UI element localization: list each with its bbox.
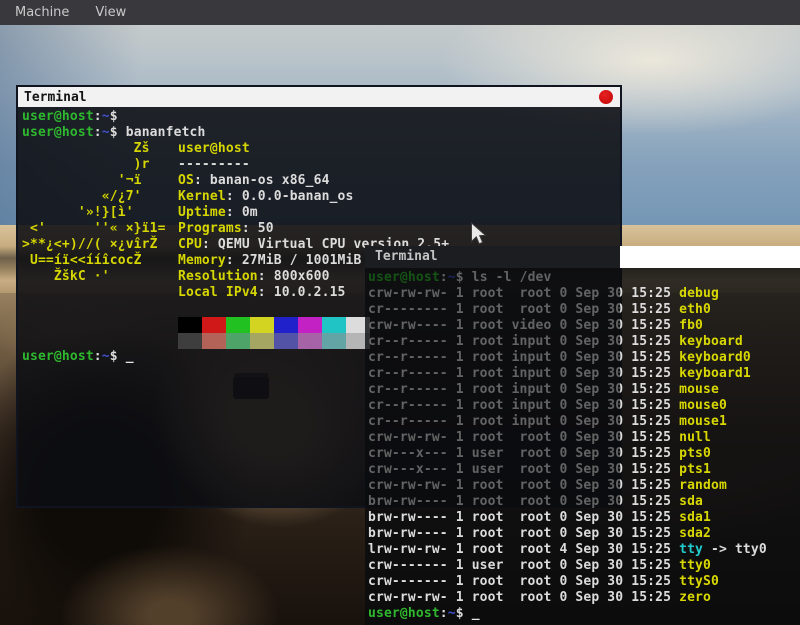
terminal-prompt-line: user@host:~$ [22,109,620,125]
terminal-command-line: user@host:~$ bananfetch [22,125,620,141]
menu-item-machine[interactable]: Machine [15,5,69,20]
device-name: sda1 [679,510,711,525]
device-name: sda [679,494,703,509]
device-name: random [679,478,727,493]
device-name: tty0 [679,558,711,573]
palette-swatch [298,317,322,333]
fetch-ascii-art: «/¿7' [22,189,178,205]
device-name: mouse [679,382,719,397]
terminal-prompt-line: user@host:~$ _ [368,606,800,622]
palette-swatch [274,317,298,333]
palette-swatch [250,333,274,349]
fetch-label: Kernel [178,189,226,204]
ls-meta: brw-rw---- 1 root root 0 Sep 30 15:25 [368,526,679,541]
terminal2-window[interactable]: Terminal user@host:~$ ls -l /dev crw-rw-… [365,246,800,625]
fetch-ascii-art: )r [22,157,178,173]
fetch-label: Resolution [178,269,258,284]
device-name: eth0 [679,302,711,317]
fetch-value: : 0.0.0-banan_os [226,189,354,204]
palette-swatch [202,317,226,333]
device-name: keyboard0 [679,350,751,365]
terminal2-content[interactable]: user@host:~$ ls -l /dev crw-rw-rw- 1 roo… [365,268,800,625]
close-button[interactable] [599,90,613,104]
ls-meta: brw-rw---- 1 root root 0 Sep 30 15:25 [368,510,679,525]
fetch-line: <' ''« ×}ï1=Programs: 50 [22,221,620,237]
device-name: mouse0 [679,398,727,413]
device-name: ttyS0 [679,574,719,589]
device-name: fb0 [679,318,703,333]
ls-row: crw------- 1 root root 0 Sep 30 15:25 tt… [368,574,800,590]
command-text: bananfetch [126,125,206,140]
fetch-value: : banan-os x86_64 [194,173,330,188]
device-name: debug [679,286,719,301]
palette-swatch [322,317,346,333]
palette-swatch [226,317,250,333]
fetch-ascii-art: ŽškC ·' [22,269,178,285]
fetch-line: Zšuser@host [22,141,620,157]
ls-row: brw-rw---- 1 root root 0 Sep 30 15:25 sd… [368,526,800,542]
fetch-ascii-art: '»!}[ì' [22,205,178,221]
ls-meta: crw-rw-rw- 1 root root 0 Sep 30 15:25 [368,590,679,605]
palette-swatch [250,317,274,333]
terminal1-titlebar[interactable]: Terminal [18,87,620,107]
device-name: keyboard1 [679,366,751,381]
fetch-value: : 50 [242,221,274,236]
fetch-ascii-art: U==íï<<ííîcocŽ [22,253,178,269]
device-name: tty [679,542,703,557]
device-name: sda2 [679,526,711,541]
mouse-cursor-icon [470,222,487,247]
fetch-value: : 800x600 [258,269,330,284]
fetch-value: : 0m [226,205,258,220]
terminal2-titlebar[interactable]: Terminal [365,246,800,268]
menu-item-view[interactable]: View [95,5,126,20]
fetch-value: : 27MiB / 1001MiB [226,253,362,268]
ls-row: crw------- 1 user root 0 Sep 30 15:25 tt… [368,558,800,574]
fetch-label: OS [178,173,194,188]
terminal2-title: Terminal [375,246,438,268]
text-cursor: _ [126,349,134,364]
wallpaper-rocks-corner [60,545,280,625]
text-cursor: _ [472,606,480,621]
terminal1-title: Terminal [18,90,87,105]
fetch-label: Programs [178,221,242,236]
palette-swatch [178,317,202,333]
fetch-ascii-art: Zš [22,141,178,157]
ls-row: lrw-rw-rw- 1 root root 4 Sep 30 15:25 tt… [368,542,800,558]
fetch-label: Uptime [178,205,226,220]
ls-meta: crw------- 1 root root 0 Sep 30 15:25 [368,574,679,589]
fetch-line: '¬ïOS: banan-os x86_64 [22,173,620,189]
palette-swatch [226,333,250,349]
fetch-line: '»!}[ì'Uptime: 0m [22,205,620,221]
device-name: pts0 [679,446,711,461]
device-name: mouse1 [679,414,727,429]
device-name: null [679,430,711,445]
link-target: -> tty0 [703,542,767,557]
device-name: keyboard [679,334,743,349]
device-name: zero [679,590,711,605]
ls-row: brw-rw---- 1 root root 0 Sep 30 15:25 sd… [368,510,800,526]
device-name: pts1 [679,462,711,477]
fetch-ascii-art: '¬ï [22,173,178,189]
ls-meta: lrw-rw-rw- 1 root root 4 Sep 30 15:25 [368,542,679,557]
fetch-value: : 10.0.2.15 [258,285,346,300]
fetch-label: CPU [178,237,202,252]
fetch-label: Memory [178,253,226,268]
fetch-ascii-art: >**¿<+)//( ×¿vîrŽ [22,237,178,253]
ls-meta: crw------- 1 user root 0 Sep 30 15:25 [368,558,679,573]
palette-swatch [322,333,346,349]
menu-bar: Machine View [0,0,800,25]
palette-swatch [274,333,298,349]
fetch-ascii-art: <' ''« ×}ï1= [22,221,178,237]
palette-swatch [202,333,226,349]
fetch-label: Local IPv4 [178,285,258,300]
fetch-separator: --------- [178,157,250,172]
palette-swatch [178,333,202,349]
fetch-host: user@host [178,141,250,156]
ls-row: crw-rw-rw- 1 root root 0 Sep 30 15:25 ze… [368,590,800,606]
vm-screen: Machine View Terminal user@host:~$ ls -l… [0,0,800,625]
palette-swatch [298,333,322,349]
fetch-line: )r--------- [22,157,620,173]
fetch-line: «/¿7'Kernel: 0.0.0-banan_os [22,189,620,205]
